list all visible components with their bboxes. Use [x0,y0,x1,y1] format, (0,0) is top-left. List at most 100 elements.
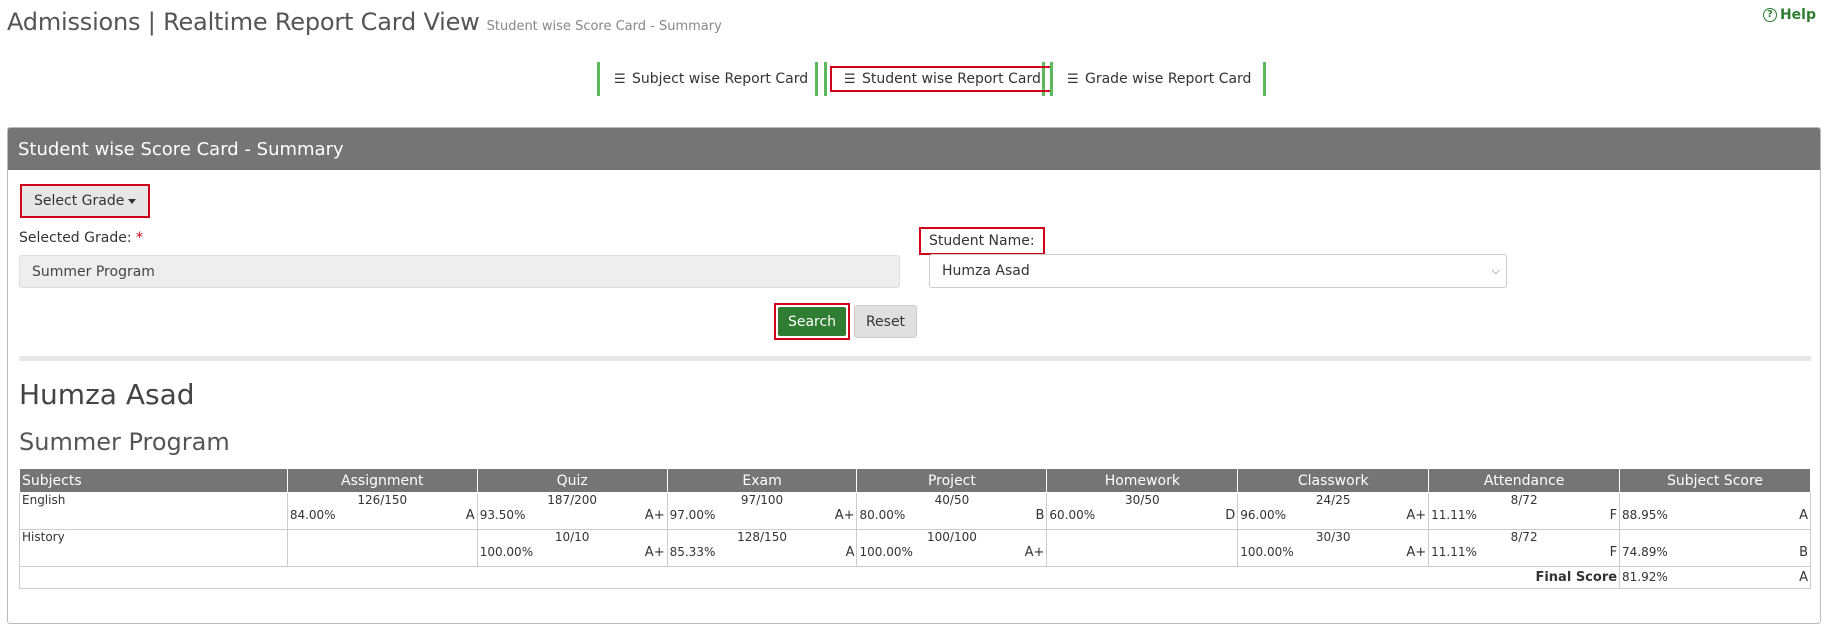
score-pct-grade [290,545,475,560]
score-cell: 40/50 80.00% B [856,492,1048,530]
score-grade: A+ [644,508,665,523]
score-pct-grade [1049,545,1235,560]
final-score-grade: A [1799,570,1808,585]
score-percent: 100.00% [859,545,913,559]
page-header: Admissions | Realtime Report Card View S… [7,8,722,42]
score-percent: 11.11% [1431,508,1477,522]
score-percent: 100.00% [479,545,534,559]
score-value: 187/200 [547,493,598,507]
score-cell: 97/100 97.00% A+ [666,492,858,530]
score-value [290,530,475,545]
help-label: Help [1779,7,1816,23]
score-cell: 100/100 100.00% A+ [856,529,1048,567]
score-pct-grade: 100.00% A+ [859,545,1044,560]
score-cell: 24/25 96.00% A+ [1237,492,1430,530]
score-value: 8/72 [1510,493,1538,507]
search-button[interactable]: Search [774,303,850,340]
score-value: 8/72 [1510,530,1538,544]
selected-grade-label-text: Selected Grade: [19,230,132,246]
score-cell: 30/30 100.00% A+ [1237,529,1430,567]
score-grade: A+ [1406,508,1427,523]
score-percent: 74.89% [1622,545,1668,559]
list-icon: ☰ [844,71,856,87]
score-percent: 97.00% [669,508,716,522]
score-pct-grade: 11.11% F [1431,508,1617,523]
report-tabs: ☰ Subject wise Report Card ☰ Student wis… [0,62,1828,96]
score-cell: 128/150 85.33% A [666,529,858,567]
select-grade-label: Select Grade [34,193,125,209]
table-row: History 10/10 100.00% A+ 128/150 85.33% A 100/1… [19,529,1811,567]
score-pct-grade: 80.00% B [859,508,1044,523]
subject-cell: History [19,529,288,567]
score-grade: B [1799,545,1808,560]
list-icon: ☰ [614,71,626,87]
score-cell: 8/72 11.11% F [1428,492,1621,530]
tab-student-wise[interactable]: ☰ Student wise Report Card [824,62,1055,96]
score-percent: 84.00% [289,508,336,522]
tab-label: Student wise Report Card [862,71,1041,87]
score-cell: 30/50 60.00% D [1046,492,1239,530]
score-grade: A [1799,508,1808,523]
score-pct-grade: 11.11% F [1431,545,1617,560]
table-row: English 126/150 84.00% A 187/200 93.50% A+ 97/1… [19,492,1811,530]
score-percent: 93.50% [479,508,526,522]
column-header: Classwork [1237,468,1430,493]
score-percent: 88.95% [1622,508,1668,522]
score-grade: B [1035,508,1045,523]
score-percent: 96.00% [1240,508,1287,522]
score-value: 30/50 [1125,493,1160,507]
score-percent: 60.00% [1049,508,1096,522]
score-pct-grade: 100.00% A+ [1240,545,1426,560]
score-pct-grade: 88.95% A [1622,508,1808,523]
score-pct-grade: 74.89% B [1622,545,1808,560]
score-percent: 80.00% [859,508,906,522]
score-pct-grade: 97.00% A+ [670,508,855,523]
score-value: 10/10 [554,530,590,544]
student-name-select[interactable]: Humza Asad ⌵ [929,254,1507,288]
tab-grade-wise[interactable]: ☰ Grade wise Report Card [1050,62,1266,96]
column-header: Quiz [476,468,668,493]
score-cell: 74.89% B [1619,529,1811,567]
score-pct-grade: 84.00% A [290,508,475,523]
score-grade: A+ [644,545,665,560]
student-heading: Humza Asad [19,378,195,411]
score-grade: A+ [1024,545,1045,560]
column-header: Attendance [1428,468,1621,493]
score-table: Subjects Assignment Quiz Exam Project Ho… [18,468,1811,589]
score-value: 97/100 [740,493,784,507]
tab-subject-wise[interactable]: ☰ Subject wise Report Card [597,62,818,96]
score-cell [1046,529,1239,567]
page-title: Admissions | Realtime Report Card View [7,8,480,36]
score-cell: 10/10 100.00% A+ [476,529,668,567]
selected-grade-field[interactable]: Summer Program [19,255,900,288]
score-grade: F [1609,545,1618,560]
score-grade: A+ [834,508,855,523]
final-score-pct-grade: 81.92% A [1622,570,1808,585]
panel-heading: Student wise Score Card - Summary [8,128,1820,170]
caret-down-icon [128,198,137,204]
student-name-label: Student Name: [919,227,1045,255]
selected-grade-label: Selected Grade: * [19,230,143,246]
table-header-row: Subjects Assignment Quiz Exam Project Ho… [19,468,1811,493]
score-pct-grade: 96.00% A+ [1240,508,1426,523]
student-name-value: Humza Asad [942,263,1030,279]
score-value: 40/50 [934,493,970,507]
score-value [1049,530,1235,545]
column-header: Assignment [286,468,478,493]
select-grade-button[interactable]: Select Grade [20,184,151,218]
score-percent: 100.00% [1240,545,1294,559]
score-pct-grade: 60.00% D [1049,508,1235,523]
tab-label: Subject wise Report Card [632,71,809,87]
help-link[interactable]: ? Help [1762,7,1816,23]
final-score-cell: 81.92% A [1619,566,1811,589]
score-grade: A+ [1406,545,1427,560]
score-pct-grade: 93.50% A+ [480,508,665,523]
score-value: 24/25 [1315,493,1351,507]
divider [19,356,1811,361]
column-header: Exam [666,468,858,493]
column-header: Subject Score [1619,468,1811,493]
reset-button[interactable]: Reset [854,305,917,338]
score-cell [286,529,478,567]
score-value: 100/100 [927,530,977,544]
score-cell: 8/72 11.11% F [1428,529,1621,567]
